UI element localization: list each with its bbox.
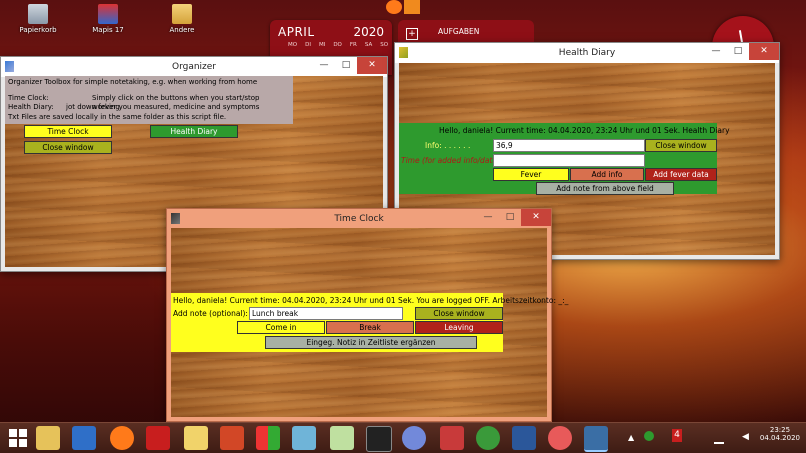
- info-label: Time Clock:: [8, 93, 49, 102]
- calculator-icon[interactable]: [440, 426, 464, 450]
- weekday: SO: [380, 42, 389, 48]
- timeclock-form-panel: Hello, daniela! Current time: 04.04.2020…: [171, 293, 568, 352]
- weekday: DI: [305, 42, 311, 48]
- folder-icon: [172, 4, 192, 24]
- info-label: Info: . . . . . .: [425, 141, 471, 150]
- desktop-icon-label: Papierkorb: [19, 26, 57, 34]
- recycle-bin-icon: [28, 4, 48, 24]
- come-in-button[interactable]: Come in: [237, 321, 325, 334]
- add-info-button[interactable]: Add info: [570, 168, 644, 181]
- calendar-year: 2020: [353, 25, 384, 39]
- info-line: Organizer Toolbox for simple notetaking,…: [8, 78, 258, 86]
- time-input[interactable]: [493, 154, 645, 167]
- add-note-button[interactable]: Eingeg. Notiz in Zeitliste ergänzen: [265, 336, 477, 349]
- maximize-button[interactable]: □: [499, 209, 521, 226]
- info-line: Txt Files are saved locally in the same …: [8, 112, 227, 121]
- close-button[interactable]: ✕: [357, 57, 387, 74]
- leaving-button[interactable]: Leaving: [415, 321, 503, 334]
- terminal-icon[interactable]: [366, 426, 392, 452]
- close-button[interactable]: ✕: [521, 209, 551, 226]
- break-button[interactable]: Break: [326, 321, 414, 334]
- file-explorer-icon[interactable]: [36, 426, 60, 450]
- taskbar: ▲ 4 ◀ 23:25 04.04.2020: [0, 422, 806, 453]
- time-clock-button[interactable]: Time Clock: [24, 125, 112, 138]
- python-icon[interactable]: [584, 426, 608, 452]
- tray-clock[interactable]: 23:25 04.04.2020: [760, 426, 800, 442]
- image-viewer-icon[interactable]: [330, 426, 354, 450]
- weekday: MI: [318, 42, 326, 48]
- close-window-button[interactable]: Close window: [24, 141, 112, 154]
- add-task-icon[interactable]: +: [406, 28, 418, 40]
- close-button[interactable]: ✕: [749, 43, 779, 60]
- timeclock-greeting: Hello, daniela! Current time: 04.04.2020…: [173, 296, 569, 305]
- add-fever-data-button[interactable]: Add fever data: [645, 168, 717, 181]
- word-icon[interactable]: [512, 426, 536, 450]
- acrobat-icon[interactable]: [146, 426, 170, 450]
- mail-icon[interactable]: [72, 426, 96, 450]
- minimize-button[interactable]: —: [477, 209, 499, 226]
- tray-network-icon[interactable]: [714, 432, 724, 444]
- weekday: SA: [364, 42, 373, 48]
- calendar-weekdays: MO DI MI DO FR SA SO: [288, 42, 388, 48]
- minimize-button[interactable]: —: [705, 43, 727, 60]
- discord-icon[interactable]: [402, 426, 426, 450]
- microphone-icon[interactable]: [404, 0, 420, 14]
- health-titlebar[interactable]: Health Diary — □ ✕: [395, 43, 779, 63]
- notes-icon[interactable]: [184, 426, 208, 450]
- add-note-button[interactable]: Add note from above field: [536, 182, 674, 195]
- tasks-label: AUFGABEN: [438, 27, 480, 36]
- health-form-panel: Hello, daniela! Current time: 04.04.2020…: [399, 123, 730, 195]
- health-diary-button[interactable]: Health Diary: [150, 125, 238, 138]
- desktop-icon-folder[interactable]: Andere: [152, 4, 212, 34]
- firefox-taskbar-icon[interactable]: [110, 426, 134, 450]
- timeclock-titlebar[interactable]: Time Clock — □ ✕: [167, 209, 551, 229]
- organizer-titlebar[interactable]: Organizer — □ ✕: [1, 57, 387, 77]
- desktop-icon-label: Andere: [169, 26, 195, 34]
- health-greeting: Hello, daniela! Current time: 04.04.2020…: [439, 126, 730, 135]
- tray-date: 04.04.2020: [759, 434, 800, 442]
- minimize-button[interactable]: —: [313, 57, 335, 74]
- start-button[interactable]: [6, 426, 30, 450]
- tray-time: 23:25: [769, 426, 791, 434]
- time-clock-window[interactable]: Time Clock — □ ✕ Hello, daniela! Current…: [166, 208, 568, 422]
- tray-volume-icon[interactable]: ◀: [742, 432, 749, 442]
- organizer-info-panel: Organizer Toolbox for simple notetaking,…: [5, 76, 293, 124]
- close-window-button[interactable]: Close window: [645, 139, 717, 152]
- desktop-icon-label: Mapis 17: [92, 26, 124, 34]
- time-label: Time (for added info/data):: [401, 156, 503, 165]
- weekday: FR: [349, 42, 357, 48]
- bookmarks-icon[interactable]: [292, 426, 316, 450]
- timeclock-client: Hello, daniela! Current time: 04.04.2020…: [171, 228, 568, 417]
- weekday: MO: [288, 42, 298, 48]
- tray-up-arrow-icon[interactable]: ▲: [628, 433, 634, 442]
- desktop-icon-mapis[interactable]: Mapis 17: [78, 4, 138, 34]
- mapis-icon: [98, 4, 118, 24]
- powerpoint-icon[interactable]: [220, 426, 244, 450]
- firefox-icon[interactable]: [386, 0, 402, 14]
- calendar-month: APRIL: [278, 25, 315, 39]
- color-app-icon[interactable]: [256, 426, 280, 450]
- media-icon[interactable]: [548, 426, 572, 450]
- info-label: Health Diary:: [8, 103, 54, 111]
- tasks-app-icon[interactable]: [476, 426, 500, 450]
- maximize-button[interactable]: □: [727, 43, 749, 60]
- tray-badge[interactable]: 4: [672, 429, 682, 442]
- maximize-button[interactable]: □: [335, 57, 357, 74]
- info-input[interactable]: 36,9: [493, 139, 645, 152]
- windows-icon: [9, 429, 27, 447]
- note-input[interactable]: Lunch break: [249, 307, 403, 320]
- weekday: DO: [333, 42, 342, 48]
- desktop-icon-recycle-bin[interactable]: Papierkorb: [8, 4, 68, 34]
- info-text: jot down fever you measured, medicine an…: [66, 103, 260, 111]
- close-window-button[interactable]: Close window: [415, 307, 503, 320]
- fever-button[interactable]: Fever: [493, 168, 569, 181]
- tray-check-icon[interactable]: [644, 431, 654, 441]
- note-label: Add note (optional):: [173, 309, 248, 318]
